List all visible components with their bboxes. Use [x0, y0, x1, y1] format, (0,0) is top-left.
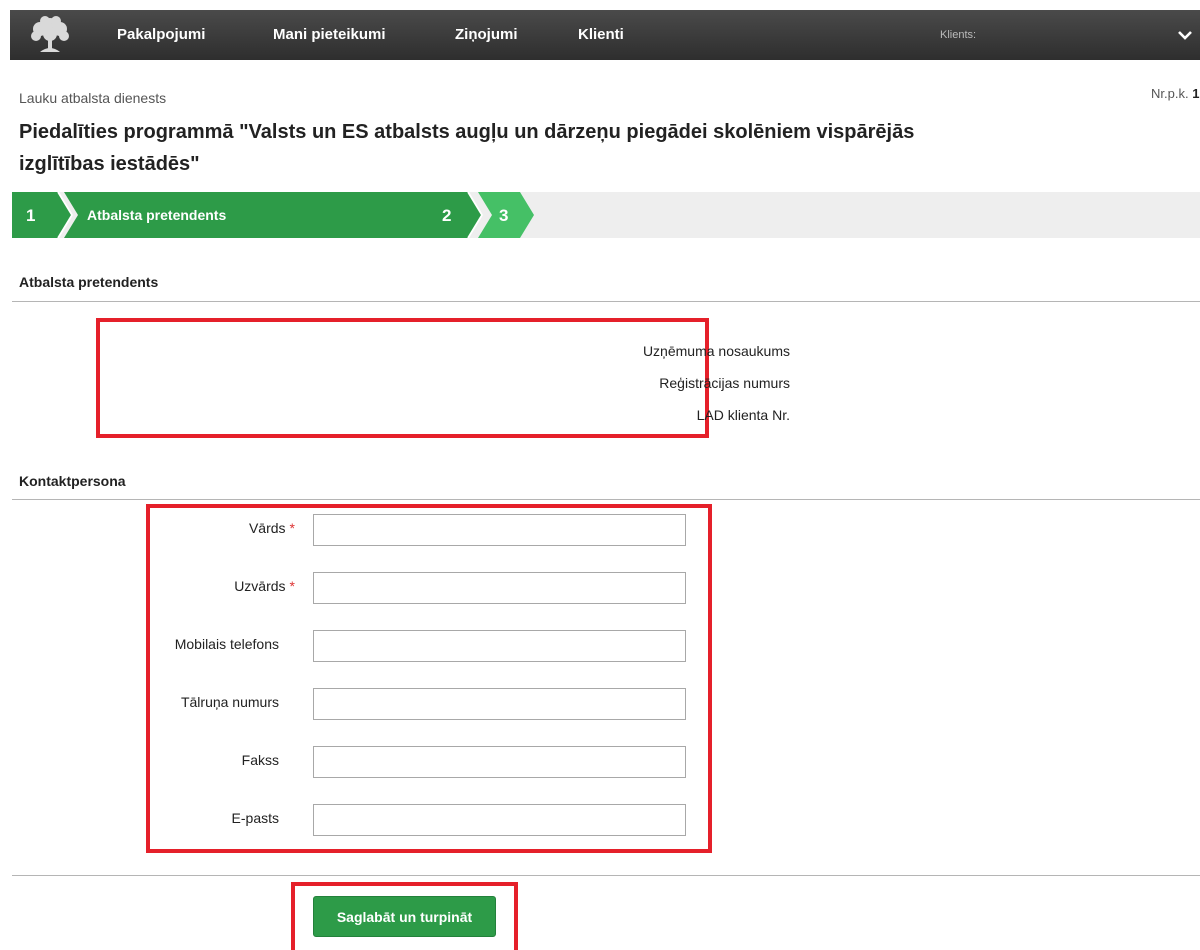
record-number-label: Nr.p.k. — [1151, 86, 1189, 101]
registration-number-label: Reģistrācijas numurs — [659, 375, 790, 391]
divider — [12, 499, 1200, 500]
top-navigation-bar: Pakalpojumi Mani pieteikumi Ziņojumi Kli… — [10, 10, 1200, 60]
required-marker: * — [289, 578, 295, 594]
step-1-number: 1 — [26, 206, 35, 225]
fax-input[interactable] — [313, 746, 686, 778]
first-name-label-text: Vārds — [248, 520, 286, 536]
first-name-input[interactable] — [313, 514, 686, 546]
last-name-label: Uzvārds * — [234, 578, 295, 594]
divider — [12, 875, 1200, 876]
mobile-phone-input[interactable] — [313, 630, 686, 662]
nav-item-zinojumi[interactable]: Ziņojumi — [455, 26, 518, 43]
step-3-number: 3 — [499, 206, 508, 225]
wizard-stepper: 3 1 Atbalsta pretendents 2 — [12, 192, 1200, 238]
email-label: E-pasts — [231, 810, 279, 826]
page-title: Piedalīties programmā "Valsts un ES atba… — [19, 121, 915, 175]
step-1-and-2[interactable]: 1 Atbalsta pretendents 2 — [12, 192, 484, 238]
contact-section-title: Kontaktpersona — [19, 473, 126, 489]
first-name-label: Vārds * — [249, 520, 295, 536]
company-name-label: Uzņēmuma nosaukums — [642, 343, 790, 359]
record-number-value: 1 — [1192, 86, 1200, 101]
step-1-label: Atbalsta pretendents — [87, 207, 226, 223]
client-label: Klients: — [940, 29, 977, 41]
last-name-label-text: Uzvārds — [234, 578, 286, 594]
contact-highlight-box — [146, 504, 712, 853]
last-name-input[interactable] — [313, 572, 686, 604]
chevron-down-icon[interactable] — [1176, 26, 1194, 44]
organization-name: Lauku atbalsta dienests — [19, 90, 167, 106]
record-number: Nr.p.k. 1 — [1151, 86, 1199, 101]
step-2-number: 2 — [442, 206, 451, 225]
nav-item-pakalpojumi[interactable]: Pakalpojumi — [117, 26, 205, 43]
divider — [12, 301, 1200, 302]
save-and-continue-button[interactable]: Saglabāt un turpināt — [313, 896, 496, 937]
lad-client-number-label: LAD klienta Nr. — [696, 407, 790, 423]
nav-item-mani-pieteikumi[interactable]: Mani pieteikumi — [273, 26, 386, 43]
applicant-highlight-box — [96, 318, 709, 438]
applicant-section-title: Atbalsta pretendents — [19, 274, 159, 290]
fax-label: Fakss — [241, 752, 279, 768]
nav-item-klienti[interactable]: Klienti — [578, 26, 624, 43]
phone-number-label: Tālruņa numurs — [180, 694, 279, 710]
phone-number-input[interactable] — [313, 688, 686, 720]
mobile-phone-label: Mobilais telefons — [174, 636, 279, 652]
tree-logo-icon[interactable] — [28, 14, 72, 56]
required-marker: * — [289, 520, 295, 536]
email-input[interactable] — [313, 804, 686, 836]
